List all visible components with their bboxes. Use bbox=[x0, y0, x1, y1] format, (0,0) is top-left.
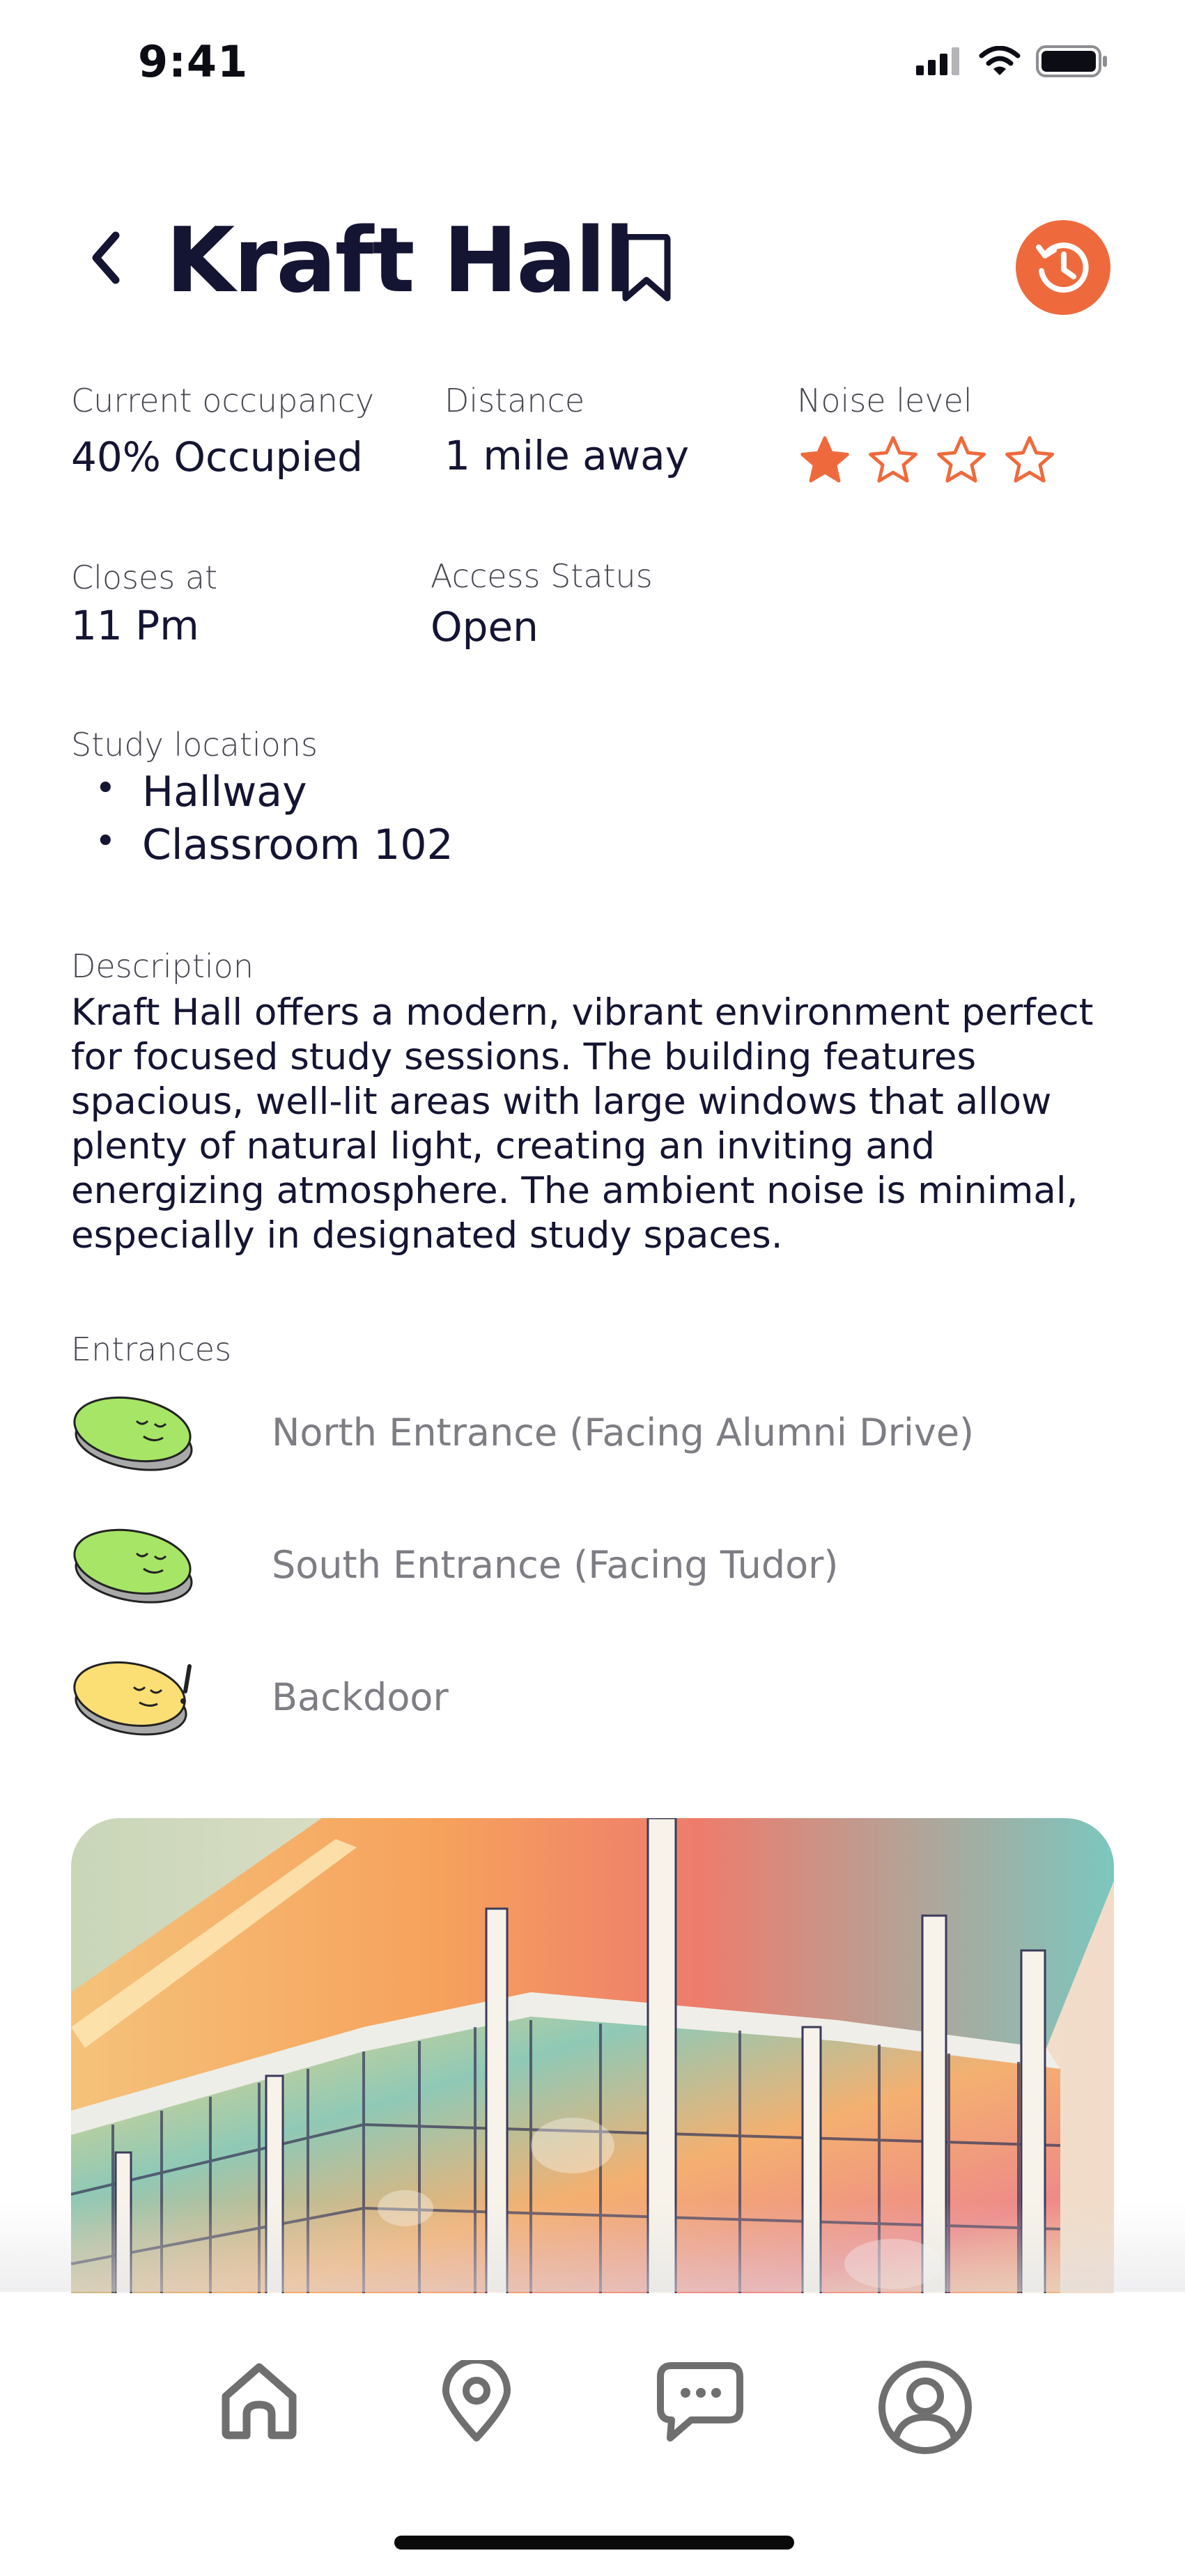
profile-icon bbox=[878, 2361, 972, 2454]
entrance-name: North Entrance (Facing Alumni Drive) bbox=[272, 1410, 975, 1454]
chat-icon bbox=[657, 2362, 743, 2442]
home-indicator bbox=[394, 2536, 794, 2550]
tab-bar bbox=[0, 2293, 1185, 2576]
sleepy-yellow-alert-icon bbox=[73, 1661, 192, 1736]
wifi-icon bbox=[979, 46, 1021, 75]
tab-home[interactable] bbox=[217, 2360, 301, 2444]
tab-profile[interactable] bbox=[878, 2360, 973, 2458]
entrance-item[interactable]: Backdoor bbox=[71, 1648, 449, 1746]
entrance-name: Backdoor bbox=[272, 1675, 449, 1719]
status-icons bbox=[916, 45, 1108, 78]
entrance-item[interactable]: South Entrance (Facing Tudor) bbox=[71, 1516, 838, 1613]
closes-label: Closes at bbox=[71, 559, 218, 596]
study-locations-list: Hallway Classroom 102 bbox=[71, 768, 454, 874]
star-outline-icon bbox=[869, 436, 917, 483]
access-label: Access Status bbox=[431, 557, 653, 595]
battery-icon bbox=[1036, 45, 1107, 77]
closes-value: 11 Pm bbox=[71, 602, 199, 649]
star-outline-icon bbox=[937, 436, 986, 483]
status-time: 9:41 bbox=[138, 36, 249, 87]
clock-history-icon bbox=[1036, 242, 1089, 293]
location-pin-icon bbox=[442, 2357, 511, 2442]
noise-rating bbox=[797, 433, 1058, 488]
scroll-fade bbox=[0, 2201, 1185, 2292]
entrance-name: South Entrance (Facing Tudor) bbox=[272, 1542, 839, 1587]
page-title: Kraft Hall bbox=[166, 209, 635, 313]
distance-label: Distance bbox=[444, 382, 585, 419]
bookmark-icon bbox=[622, 233, 671, 302]
history-button[interactable] bbox=[1016, 220, 1110, 315]
noise-label: Noise level bbox=[797, 382, 973, 419]
study-locations-label: Study locations bbox=[71, 726, 318, 763]
access-value: Open bbox=[431, 603, 539, 651]
description-label: Description bbox=[71, 947, 254, 985]
back-button[interactable] bbox=[91, 230, 121, 288]
tab-chat[interactable] bbox=[655, 2360, 745, 2446]
star-outline-icon bbox=[1005, 436, 1054, 483]
list-item: Classroom 102 bbox=[71, 821, 454, 874]
tab-map[interactable] bbox=[440, 2357, 513, 2446]
entrances-label: Entrances bbox=[71, 1330, 232, 1368]
list-item: Hallway bbox=[71, 768, 454, 821]
chevron-left-icon bbox=[92, 231, 120, 284]
occupancy-value: 40% Occupied bbox=[71, 433, 363, 481]
bookmark-button[interactable] bbox=[619, 233, 674, 307]
cellular-signal-icon bbox=[916, 47, 959, 75]
home-icon bbox=[222, 2363, 297, 2439]
sleepy-green-icon bbox=[73, 1528, 193, 1604]
entrance-item[interactable]: North Entrance (Facing Alumni Drive) bbox=[71, 1383, 974, 1481]
occupancy-label: Current occupancy bbox=[71, 382, 375, 419]
distance-value: 1 mile away bbox=[444, 432, 690, 479]
sleepy-green-icon bbox=[73, 1396, 193, 1471]
description-text: Kraft Hall offers a modern, vibrant envi… bbox=[71, 991, 1094, 1257]
star-filled-icon bbox=[800, 436, 849, 483]
